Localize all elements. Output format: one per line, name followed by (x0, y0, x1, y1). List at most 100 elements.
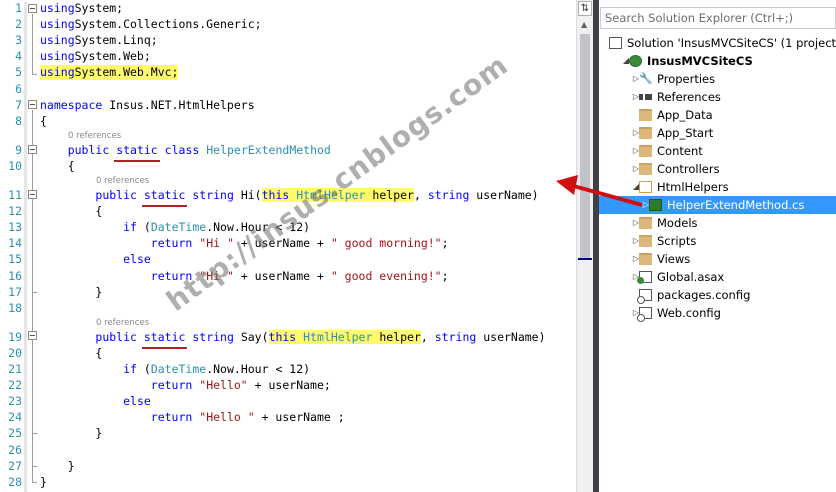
code-text: else (40, 394, 151, 409)
code-token: System.Web.Mvc; (74, 65, 179, 80)
code-line[interactable]: 9 public static class HelperExtendMethod (0, 143, 576, 158)
line-number: 3 (15, 33, 22, 48)
line-number: 17 (8, 284, 22, 299)
code-line[interactable]: 19 public static string Say(this HtmlHel… (0, 329, 576, 345)
tree-item-content[interactable]: ▷ Content (599, 142, 836, 160)
tree-item-project[interactable]: ◢ InsusMVCSiteCS (599, 52, 836, 70)
code-line[interactable]: 3 usingSystem.Linq; (0, 33, 576, 48)
code-token: + userName ; (254, 410, 345, 425)
code-token: , (413, 188, 428, 202)
code-line[interactable]: 25 } (0, 426, 576, 441)
code-token: if (123, 220, 137, 235)
code-line[interactable]: 24 return "Hello " + userName ; (0, 410, 576, 425)
scrollbar-thumb[interactable] (580, 34, 590, 259)
code-text: else (40, 252, 151, 267)
tree-item-references[interactable]: ▷ References (599, 88, 836, 106)
code-token: System; (74, 1, 124, 15)
tree-item-app-data[interactable]: App_Data (599, 106, 836, 124)
code-token: string (192, 188, 234, 202)
codelens-references[interactable]: 0 references (68, 131, 121, 142)
tree-item-app-start[interactable]: ▷ App_Start (599, 124, 836, 142)
code-token: return (150, 410, 193, 425)
caret-position-marker (578, 258, 592, 260)
code-line[interactable]: 10 { (0, 159, 576, 174)
globe-icon (629, 55, 642, 67)
tree-item-label: Web.config (657, 306, 721, 320)
search-input[interactable] (601, 8, 833, 28)
code-line[interactable]: 22 return "Hello" + userName; (0, 378, 576, 393)
code-text: usingSystem.Web.Mvc; (40, 65, 179, 81)
solution-explorer-search[interactable] (600, 7, 836, 29)
line-number: 2 (15, 17, 22, 32)
code-token: if (123, 362, 137, 376)
code-token: helper (365, 188, 414, 202)
tree-item-label: References (657, 90, 721, 104)
code-line[interactable]: 2 usingSystem.Collections.Generic; (0, 17, 576, 32)
line-number: 6 (15, 81, 22, 96)
code-line[interactable]: 16 return "Hi " + userName + " good even… (0, 269, 576, 284)
code-token: System.Linq; (74, 33, 158, 48)
tree-item-views[interactable]: ▷ Views (599, 250, 836, 268)
code-line[interactable]: 27 } (0, 459, 576, 474)
codelens-references[interactable]: 0 references (96, 318, 149, 329)
code-text: public static class HelperExtendMethod (40, 143, 331, 158)
tree-item-solution[interactable]: Solution 'InsusMVCSiteCS' (1 project) (599, 34, 836, 52)
code-text: { (40, 346, 102, 361)
code-line[interactable]: 21 if (DateTime.Now.Hour < 12) (0, 362, 576, 377)
tree-item-properties[interactable]: ▷ 🔧 Properties (599, 70, 836, 88)
code-line[interactable]: 8{ (0, 114, 576, 129)
tree-item-label: HelperExtendMethod.cs (667, 198, 805, 212)
tree-item-label: InsusMVCSiteCS (647, 54, 753, 68)
code-token: using (40, 65, 75, 80)
code-token: string (427, 188, 470, 202)
code-line[interactable]: 23 else (0, 394, 576, 409)
code-text: { (40, 204, 102, 219)
tree-item-web-config[interactable]: ▷ Web.config (599, 304, 836, 322)
code-token: using (40, 49, 75, 64)
code-line[interactable]: 20 { (0, 346, 576, 361)
code-token: userName) (469, 188, 539, 202)
code-line[interactable]: 7 namespace Insus.NET.HtmlHelpers (0, 98, 576, 113)
code-text: } (40, 426, 102, 441)
code-token: { (40, 113, 47, 128)
codelens-references[interactable]: 0 references (96, 176, 149, 187)
tree-item-models[interactable]: ▷ Models (599, 214, 836, 232)
code-line[interactable]: 1 usingSystem; (0, 1, 576, 16)
code-token: DateTime (150, 220, 207, 235)
code-token: Insus.NET.HtmlHelpers (102, 97, 255, 112)
tree-item-label: Scripts (657, 234, 697, 248)
solution-explorer[interactable]: Solution 'InsusMVCSiteCS' (1 project) ◢In… (599, 0, 836, 492)
tree-item-label: Controllers (657, 162, 720, 176)
code-line[interactable]: 15 else (0, 252, 576, 267)
code-token: helper (372, 329, 421, 344)
scroll-up-icon[interactable]: ▲ (581, 20, 587, 29)
line-number: 23 (8, 394, 22, 409)
line-number: 13 (8, 220, 22, 235)
code-token: HtmlHelper (303, 329, 373, 344)
line-number: 8 (15, 113, 22, 128)
line-number: 12 (8, 204, 22, 219)
code-line[interactable]: 18 (0, 301, 576, 316)
code-text: } (40, 475, 47, 490)
line-number: 18 (8, 300, 22, 315)
editor-vertical-scrollbar[interactable]: ⇅ ▲ (576, 0, 593, 492)
line-number: 25 (8, 426, 22, 441)
tree-item-global-asax[interactable]: ▷ Global.asax (599, 268, 836, 286)
code-line[interactable]: 26 (0, 443, 576, 458)
tree-item-packages-config[interactable]: packages.config (599, 286, 836, 304)
code-token: ( (136, 220, 151, 235)
code-token: System.Web; (74, 49, 151, 64)
code-token: { (40, 345, 103, 360)
tree-item-scripts[interactable]: ▷ Scripts (599, 232, 836, 250)
code-line[interactable]: 17 } (0, 285, 576, 300)
split-window-button[interactable]: ⇅ (578, 1, 592, 16)
code-line[interactable]: 28} (0, 475, 576, 490)
line-number: 4 (15, 49, 22, 64)
code-token: } (40, 284, 103, 299)
code-token: " good evening!" (330, 268, 442, 283)
